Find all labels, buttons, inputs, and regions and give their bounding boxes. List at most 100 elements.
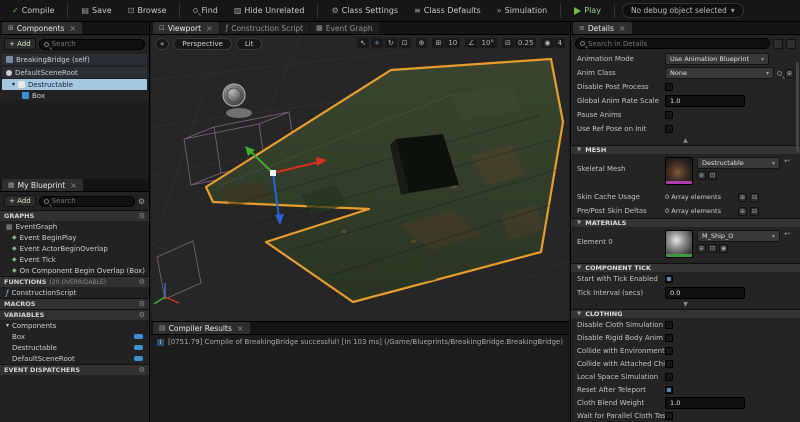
expander-icon[interactable]: ▾ xyxy=(12,81,15,88)
component-row-scene-root[interactable]: DefaultSceneRoot xyxy=(2,67,147,78)
grid-snap-icon[interactable]: ⊞ xyxy=(432,38,444,48)
reset-to-default-button[interactable]: ↩ xyxy=(780,230,794,238)
add-component-button[interactable]: + Add xyxy=(4,38,36,50)
pick-asset-icon[interactable]: ◉ xyxy=(719,244,728,253)
close-icon[interactable]: × xyxy=(206,24,213,33)
camera-speed-value[interactable]: 4 xyxy=(555,38,565,48)
close-icon[interactable]: × xyxy=(619,24,626,33)
animation-mode-dropdown[interactable]: Use Animation Blueprint▾ xyxy=(665,53,769,65)
debug-object-selector[interactable]: No debug object selected▾ xyxy=(622,3,744,18)
tab-details[interactable]: ≡Details× xyxy=(573,22,632,34)
add-element-button[interactable]: ⊕ xyxy=(738,193,747,202)
tab-viewport[interactable]: ⊡Viewport× xyxy=(153,22,219,34)
gear-icon[interactable]: ⚙ xyxy=(139,278,145,286)
add-element-button[interactable]: ⊕ xyxy=(738,207,747,216)
functions-section-header[interactable]: FUNCTIONS(20 OVERRIDABLE)⚙ xyxy=(0,276,149,287)
tick-interval-field[interactable]: 0.0 xyxy=(665,287,745,299)
clothing-checkbox[interactable] xyxy=(665,347,673,355)
component-tick-section-header[interactable]: ▼COMPONENT TICK xyxy=(571,263,800,272)
select-tool-button[interactable]: ↖ xyxy=(357,38,369,48)
lit-mode-selector[interactable]: Lit xyxy=(236,38,263,50)
browse-button[interactable]: ⊡Browse xyxy=(122,4,173,17)
gear-icon[interactable]: ⚙ xyxy=(138,197,145,206)
grid-snap-value[interactable]: 10 xyxy=(445,38,460,48)
view-options-button[interactable] xyxy=(786,39,796,49)
skeletal-mesh-thumbnail[interactable] xyxy=(665,157,693,185)
event-row[interactable]: ◆Event BeginPlay xyxy=(0,232,149,243)
variable-row[interactable]: DefaultSceneRoot xyxy=(0,353,149,364)
move-tool-button[interactable]: + xyxy=(371,38,383,48)
event-graph-row[interactable]: ▦EventGraph xyxy=(0,221,149,232)
browse-asset-icon[interactable]: ⊡ xyxy=(708,171,717,180)
graphs-section-header[interactable]: GRAPHS⚙ xyxy=(0,210,149,221)
angle-snap-value[interactable]: 10° xyxy=(479,38,497,48)
close-icon[interactable]: × xyxy=(69,24,76,33)
clothing-checkbox[interactable] xyxy=(665,360,673,368)
advanced-expander[interactable]: ▼ xyxy=(571,300,800,309)
scale-snap-icon[interactable]: ⊟ xyxy=(502,38,514,48)
viewport-options-button[interactable]: « xyxy=(155,38,169,50)
material-dropdown[interactable]: M_Ship_O▾ xyxy=(697,230,780,242)
clothing-checkbox[interactable] xyxy=(665,412,673,420)
anim-class-dropdown[interactable]: None▾ xyxy=(665,67,774,79)
use-selected-icon[interactable]: ⊕ xyxy=(785,69,794,78)
display-filter-button[interactable] xyxy=(773,39,783,49)
clothing-checkbox[interactable] xyxy=(665,386,673,394)
materials-section-header[interactable]: ▼MATERIALS xyxy=(571,218,800,227)
viewport-3d-scene[interactable] xyxy=(151,35,569,311)
compile-button[interactable]: ✓Compile xyxy=(6,4,60,17)
use-selected-icon[interactable]: ⊕ xyxy=(697,244,706,253)
delete-elements-button[interactable]: ⊟ xyxy=(750,207,759,216)
play-button[interactable]: Play xyxy=(568,4,607,17)
disable-post-process-checkbox[interactable] xyxy=(665,83,673,91)
angle-snap-icon[interactable]: ∠ xyxy=(465,38,477,48)
advanced-expander[interactable]: ▲ xyxy=(571,136,800,145)
components-search[interactable] xyxy=(39,39,145,50)
viewport-3d-area[interactable]: « Perspective Lit ↖ + ↻ ⊡ ⊕ ⊞ 10 ∠ 10° xyxy=(151,35,569,322)
tab-my-blueprint[interactable]: ▦My Blueprint× xyxy=(2,179,83,191)
close-icon[interactable]: × xyxy=(70,181,77,190)
use-selected-icon[interactable]: ⊕ xyxy=(697,171,706,180)
hide-unrelated-button[interactable]: ▧Hide Unrelated xyxy=(228,4,311,17)
browse-asset-icon[interactable] xyxy=(777,71,782,76)
perspective-selector[interactable]: Perspective xyxy=(173,38,232,50)
rotate-tool-button[interactable]: ↻ xyxy=(385,38,397,48)
camera-speed-icon[interactable]: ◉ xyxy=(541,38,553,48)
details-search[interactable] xyxy=(575,38,770,49)
my-blueprint-search-input[interactable] xyxy=(52,197,130,205)
gear-icon[interactable]: ⚙ xyxy=(139,311,145,319)
browse-asset-icon[interactable]: ⊡ xyxy=(708,244,717,253)
class-defaults-button[interactable]: ≡Class Defaults xyxy=(408,4,487,17)
clothing-section-header[interactable]: ▼CLOTHING xyxy=(571,309,800,318)
compiler-log-line[interactable]: i [0751.79] Compile of BreakingBridge su… xyxy=(151,335,569,349)
details-scrollbar[interactable] xyxy=(796,62,799,152)
component-row-destructable[interactable]: ▾Destructable xyxy=(2,79,147,90)
details-search-input[interactable] xyxy=(588,40,765,48)
gear-icon[interactable]: ⚙ xyxy=(139,366,145,374)
cloth-blend-weight-field[interactable]: 1.0 xyxy=(665,397,745,409)
global-anim-rate-field[interactable]: 1.0 xyxy=(665,95,745,107)
variable-category-row[interactable]: ▾Components xyxy=(0,320,149,331)
use-ref-pose-checkbox[interactable] xyxy=(665,125,673,133)
expander-icon[interactable]: ▾ xyxy=(6,322,9,329)
event-row[interactable]: ◆On Component Begin Overlap (Box) xyxy=(0,265,149,276)
my-blueprint-search[interactable] xyxy=(39,196,135,207)
tab-event-graph[interactable]: ▦Event Graph xyxy=(310,22,379,34)
clothing-checkbox[interactable] xyxy=(665,334,673,342)
variables-section-header[interactable]: VARIABLES⚙ xyxy=(0,309,149,320)
component-row-box[interactable]: Box xyxy=(0,90,149,101)
world-coordinate-button[interactable]: ⊕ xyxy=(416,38,428,48)
mesh-section-header[interactable]: ▼MESH xyxy=(571,145,800,154)
material-thumbnail[interactable] xyxy=(665,230,693,258)
event-dispatchers-section-header[interactable]: EVENT DISPATCHERS⚙ xyxy=(0,364,149,375)
tab-components[interactable]: ⊞Components× xyxy=(2,22,82,34)
component-row-self[interactable]: BreakingBridge (self) xyxy=(2,54,147,65)
class-settings-button[interactable]: ⚙Class Settings xyxy=(325,4,404,17)
scale-tool-button[interactable]: ⊡ xyxy=(399,38,411,48)
tab-construction-script[interactable]: ƒConstruction Script xyxy=(220,22,309,34)
macros-section-header[interactable]: MACROS⚙ xyxy=(0,298,149,309)
start-tick-checkbox[interactable] xyxy=(665,275,673,283)
save-button[interactable]: ▤Save xyxy=(75,4,117,17)
event-row[interactable]: ◆Event ActorBeginOverlap xyxy=(0,243,149,254)
add-blueprint-item-button[interactable]: + Add xyxy=(4,195,36,207)
